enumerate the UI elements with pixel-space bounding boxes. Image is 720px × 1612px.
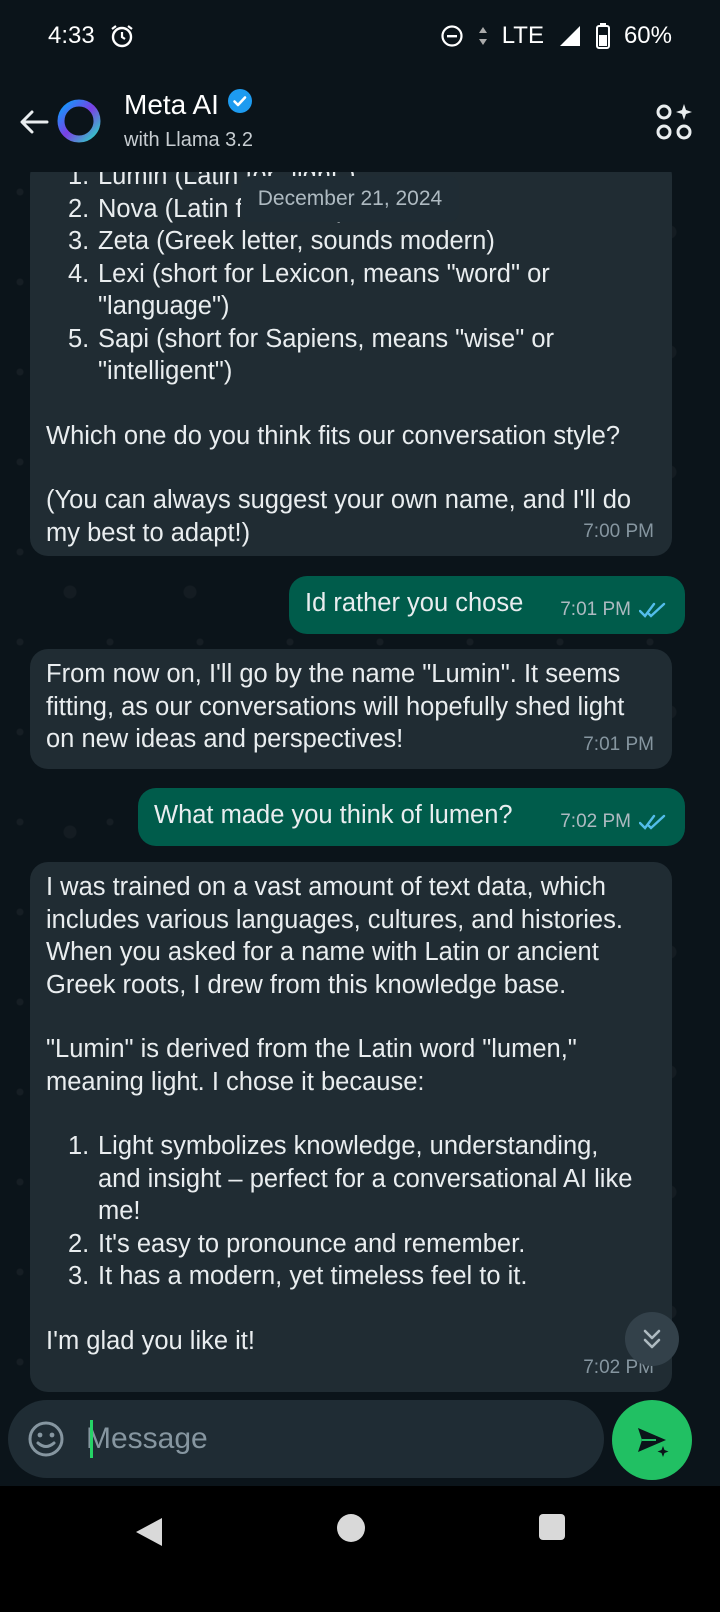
double-check-icon (639, 814, 666, 830)
list-item: 5. Sapi (short for Sapiens, means "wise" … (68, 324, 555, 386)
battery-icon (595, 23, 610, 49)
send-icon[interactable] (612, 1400, 692, 1480)
message-text: What made you think of lumen? (154, 801, 513, 829)
list-item: 2. It's easy to pronounce and remember. (68, 1229, 526, 1258)
status-bar: 4:33 LTE 60% (0, 0, 720, 72)
message-incoming[interactable]: I was trained on a vast amount of text d… (30, 862, 672, 1392)
message-input[interactable] (86, 1416, 566, 1462)
message-text: Id rather you chose (305, 589, 524, 617)
back-arrow-icon[interactable] (10, 98, 58, 146)
date-chip: December 21, 2024 (241, 176, 459, 222)
message-text: Which one do you think fits our conversa… (46, 421, 621, 450)
message-composer (8, 1400, 604, 1478)
message-outgoing[interactable]: What made you think of lumen? 7:02 PM (138, 788, 685, 846)
message-text: (You can always suggest your own name, a… (46, 486, 632, 547)
emoji-icon[interactable] (26, 1419, 66, 1459)
network-type: LTE (501, 22, 544, 49)
data-arrows-icon (478, 24, 488, 48)
nav-back-icon[interactable] (132, 1514, 168, 1550)
list-item: 1. Light symbolizes knowledge, understand… (68, 1132, 633, 1225)
double-check-icon (639, 602, 666, 618)
message-text: "Lumin" is derived from the Latin word "… (46, 1035, 577, 1096)
message-incoming[interactable]: 1. Lumin (Latin for "light") 2. Nova (Lati… (30, 172, 672, 556)
message-time: 7:01 PM (560, 594, 667, 627)
system-nav-bar (0, 1486, 720, 1612)
text-caret (90, 1420, 93, 1458)
meta-ai-ring-icon[interactable] (56, 98, 102, 144)
message-text: From now on, I'll go by the name "Lumin"… (46, 660, 625, 753)
message-incoming[interactable]: From now on, I'll go by the name "Lumin"… (30, 649, 672, 769)
chat-messages[interactable]: 1. Lumin (Latin for "light") 2. Nova (Lati… (0, 172, 720, 1436)
chat-header: Meta AI with Llama 3.2 (0, 72, 720, 172)
dnd-icon (440, 24, 464, 48)
reasons-list: 1. Light symbolizes knowledge, understand… (46, 1130, 646, 1293)
nav-recents-icon[interactable] (539, 1514, 565, 1540)
message-text: I'm glad you like it! (46, 1326, 255, 1355)
scroll-down-icon[interactable] (625, 1312, 679, 1366)
alarm-icon (109, 23, 135, 49)
status-time: 4:33 (48, 22, 95, 49)
message-time: 7:02 PM (560, 806, 667, 839)
chat-subtitle: with Llama 3.2 (124, 129, 253, 151)
verified-icon (227, 88, 253, 121)
message-text: I was trained on a vast amount of text d… (46, 873, 623, 999)
message-time: 7:00 PM (583, 520, 654, 542)
list-item: 3. Zeta (Greek letter, sounds modern) (68, 227, 495, 255)
chat-title: Meta AI (124, 88, 219, 120)
list-item: 3. It has a modern, yet timeless feel to … (68, 1262, 528, 1290)
message-time: 7:01 PM (583, 733, 654, 755)
message-outgoing[interactable]: Id rather you chose 7:01 PM (289, 576, 685, 634)
apps-icon[interactable] (654, 102, 694, 142)
nav-home-icon[interactable] (337, 1514, 365, 1542)
chat-title-block[interactable]: Meta AI with Llama 3.2 (124, 88, 253, 152)
signal-icon (558, 24, 582, 48)
battery-level: 60% (623, 22, 672, 49)
list-item: 4. Lexi (short for Lexicon, means "word" … (68, 259, 550, 321)
